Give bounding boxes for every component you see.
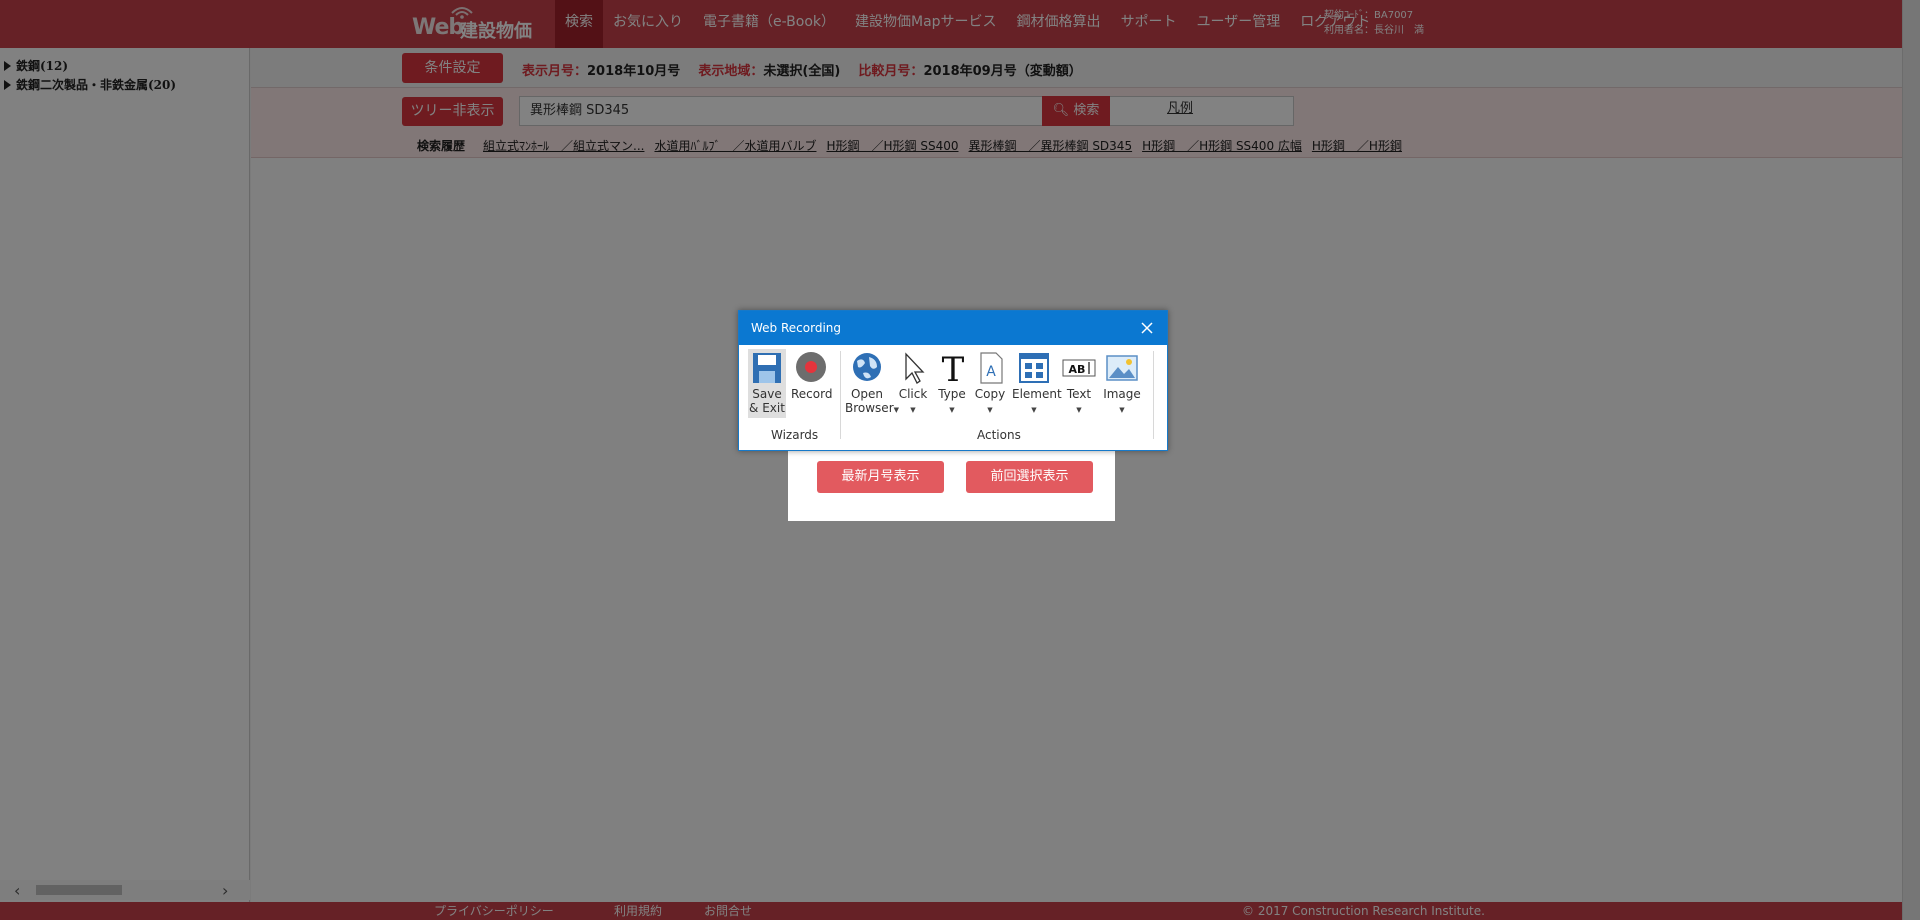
- svg-text:A: A: [986, 364, 996, 380]
- save-exit-label: Save & Exit: [749, 387, 785, 415]
- latest-month-button[interactable]: 最新月号表示: [817, 461, 944, 493]
- record-icon: [796, 352, 826, 382]
- dropdown-arrow-icon: ▼: [949, 406, 955, 414]
- toolbar-separator: [1153, 351, 1154, 439]
- dropdown-arrow-icon: ▼: [1031, 406, 1037, 414]
- text-field-icon: AB: [1062, 359, 1096, 377]
- actions-group-label: Actions: [977, 428, 1021, 442]
- recording-title-bar[interactable]: Web Recording: [739, 311, 1167, 345]
- dropdown-arrow-icon: ▼: [1119, 406, 1125, 414]
- copy-label: Copy: [974, 387, 1006, 401]
- image-icon: [1106, 355, 1138, 381]
- previous-selection-button[interactable]: 前回選択表示: [966, 461, 1093, 493]
- dropdown-arrow-icon: ▼: [1076, 406, 1082, 414]
- element-label: Element: [1012, 387, 1062, 401]
- image-label: Image: [1103, 387, 1141, 401]
- dropdown-arrow-icon: ▼: [987, 406, 993, 414]
- svg-text:T: T: [942, 351, 965, 385]
- save-exit-button[interactable]: Save & Exit: [748, 349, 786, 418]
- element-icon: [1019, 353, 1049, 383]
- element-action-button[interactable]: Element ▼: [1012, 351, 1062, 417]
- click-label: Click: [898, 387, 928, 401]
- cursor-icon: [905, 352, 925, 384]
- text-action-button[interactable]: AB Text ▼: [1061, 351, 1097, 417]
- type-icon: T: [942, 351, 965, 385]
- save-icon: [753, 353, 781, 383]
- dropdown-arrow-icon: ▼: [910, 406, 916, 414]
- close-icon[interactable]: [1139, 320, 1155, 336]
- open-browser-button[interactable]: Open Browser▼: [845, 351, 899, 417]
- record-button[interactable]: Record: [791, 351, 833, 401]
- svg-text:AB: AB: [1069, 363, 1086, 376]
- text-label: Text: [1066, 387, 1092, 401]
- wizards-group-label: Wizards: [771, 428, 819, 442]
- copy-icon: A: [980, 352, 1003, 384]
- click-action-button[interactable]: Click ▼: [896, 351, 930, 417]
- type-label: Type: [938, 387, 966, 401]
- image-action-button[interactable]: Image ▼: [1102, 351, 1142, 417]
- open-browser-label: Open Browser: [845, 387, 894, 415]
- record-label: Record: [791, 387, 833, 401]
- type-action-button[interactable]: T Type ▼: [935, 351, 969, 417]
- web-recording-window: Web Recording Save & Exit Record Open Br…: [738, 310, 1168, 451]
- copy-action-button[interactable]: A Copy ▼: [973, 351, 1007, 417]
- recording-title: Web Recording: [751, 321, 841, 335]
- month-select-dialog: 最新月号表示 前回選択表示: [788, 448, 1115, 521]
- globe-icon: [853, 353, 881, 381]
- toolbar-separator: [840, 351, 841, 439]
